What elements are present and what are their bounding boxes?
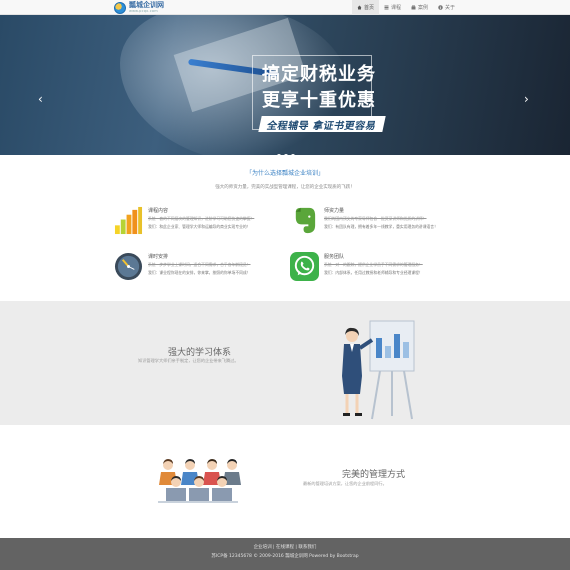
feature-text: 我们：有团队有理，拥有着多年一线教学，重实用理务的讲课语言！: [324, 224, 438, 229]
home-icon: [357, 5, 362, 10]
learning-section: 强大的学习体系 知识管理学大师们亲手制定，让您的企业带来飞腾过。: [0, 301, 570, 425]
nav-item-courses[interactable]: 课程: [379, 0, 406, 15]
carousel-dot[interactable]: [277, 154, 281, 155]
footer-copyright: 苏ICP备 12345678 © 2009-2016 瓢城企训网 Powered…: [211, 554, 359, 559]
feature-course-content: 课程内容 系统一套的不同层次的管理知识，进阶学习可助您快速的掌握！ 我们：和此企…: [114, 206, 274, 238]
carousel-next-icon[interactable]: ›: [524, 93, 529, 105]
nav-label: 首页: [363, 5, 374, 11]
nav-item-home[interactable]: 首页: [351, 0, 379, 15]
brand-text: 瓢城企训网 www.pcqx.com: [129, 0, 164, 14]
list-icon: [384, 5, 389, 10]
carousel-dot[interactable]: [291, 154, 295, 155]
bar-chart-icon: [114, 206, 143, 235]
main-nav: 首页 课程 案例 关于: [351, 0, 460, 15]
nav-label: 案例: [417, 5, 428, 11]
carousel-indicators: [277, 154, 295, 155]
footer-links[interactable]: 企业培训 | 在线课程 | 联系我们: [0, 544, 570, 550]
why-section-title: 「为什么选择瓢城企业培训」: [245, 170, 324, 177]
feature-text: 系统一对一的跟踪，提供企业学员手不同需求的管理服务！: [324, 262, 423, 267]
nav-item-cases[interactable]: 案例: [406, 0, 433, 15]
brand[interactable]: 瓢城企训网 www.pcqx.com: [114, 1, 164, 14]
info-icon: [438, 5, 443, 10]
hero-carousel[interactable]: 搞定财税业务 更享十重优惠 全程辅导 拿证书更容易 ‹ ›: [0, 15, 570, 155]
footer: 企业培训 | 在线课程 | 联系我们 苏ICP备 12345678 © 2009…: [0, 538, 570, 570]
feature-text: 我们：和此企业家、管理学大师和运编导的商业实现专业的！: [148, 224, 251, 229]
why-section-subtitle: 强大的师资力量，完美的实战型管理课程，让您的企业实现质的飞跃！: [215, 185, 355, 190]
learning-title: 强大的学习体系: [168, 348, 232, 358]
slide-subtitle: 全程辅导 拿证书更容易: [258, 116, 386, 132]
brand-logo-icon: [114, 1, 126, 14]
carousel-prev-icon[interactable]: ‹: [38, 93, 43, 105]
feature-title: 课时安排: [148, 254, 169, 260]
navbar: 瓢城企训网 www.pcqx.com 首页 课程 案例 关于: [0, 0, 570, 15]
feature-text: 系统一步步学业上课时间，适合不同需求，合乎各年龄段员！: [148, 262, 251, 267]
slide-title-line2: 更享十重优惠: [262, 90, 376, 111]
carousel-dot[interactable]: [284, 154, 288, 155]
case-icon: [411, 5, 416, 10]
learning-subtitle: 知识管理学大师们亲手制定，让您的企业带来飞腾过。: [138, 358, 239, 363]
feature-text: 我们：内部体系，任用过教授和老师辅导和专业经理课程！: [324, 270, 423, 275]
nav-item-about[interactable]: 关于: [433, 0, 460, 15]
whatsapp-icon: [290, 252, 319, 281]
feature-text: 我们：课业程你现在的安排，你来掌，按照的你单场不同成！: [148, 270, 251, 275]
brand-name: 瓢城企训网: [129, 0, 164, 9]
feature-title: 师资力量: [324, 208, 345, 214]
feature-title: 服务团队: [324, 254, 345, 260]
slide-title-line1: 搞定财税业务: [262, 64, 376, 85]
feature-service-team: 服务团队 系统一对一的跟踪，提供企业学员手不同需求的管理服务！ 我们：内部体系，…: [290, 252, 450, 284]
management-title: 完美的管理方式: [342, 470, 406, 480]
feature-text: 我们的国内顶尖的专家导师包含一批资深讲师和优质的讲师！: [324, 216, 427, 221]
clock-icon: [114, 252, 143, 281]
evernote-icon: [295, 207, 316, 234]
feature-schedule: 课时安排 系统一步步学业上课时间，适合不同需求，合乎各年龄段员！ 我们：课业程你…: [114, 252, 274, 284]
nav-label: 课程: [390, 5, 401, 11]
team-illustration: [158, 459, 241, 503]
feature-text: 系统一套的不同层次的管理知识，进阶学习可助您快速的掌握！: [148, 216, 255, 221]
management-subtitle: 最新的管理培训方案，让您的企业前程同行。: [303, 481, 387, 486]
feature-teachers: 师资力量 我们的国内顶尖的专家导师包含一批资深讲师和优质的讲师！ 我们：有团队有…: [290, 206, 450, 238]
brand-url: www.pcqx.com: [129, 8, 158, 13]
nav-label: 关于: [444, 5, 455, 11]
presenter-illustration: [342, 320, 415, 420]
feature-title: 课程内容: [148, 208, 169, 214]
